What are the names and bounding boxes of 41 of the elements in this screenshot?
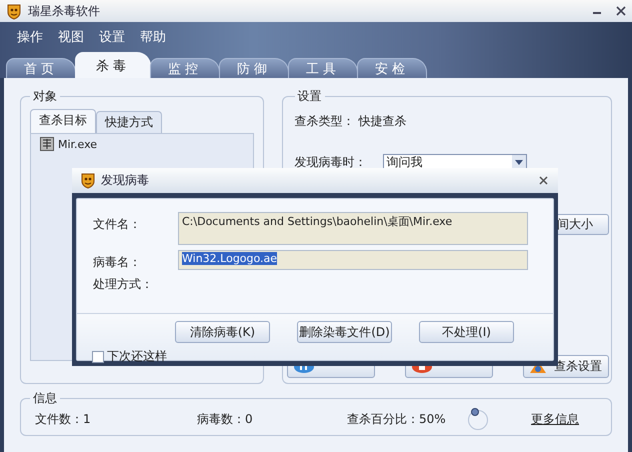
menu-item[interactable]: 帮助 <box>140 28 166 46</box>
close-icon <box>616 6 626 16</box>
dialog-title: 发现病毒 <box>101 172 149 189</box>
panel-title: 设置 <box>296 88 323 105</box>
tab[interactable]: 防御 <box>219 58 289 78</box>
progress-ring-icon <box>467 407 489 431</box>
stat-text: 文件数：1 <box>35 410 92 428</box>
shield-icon <box>6 2 22 20</box>
field-label: 处理方式： <box>92 276 154 293</box>
tab[interactable]: 快捷方式 <box>96 111 162 133</box>
field-label: 病毒名： <box>92 254 142 271</box>
text-field[interactable]: C:\Documents and Settings\baohelin\桌面\Mir.exe <box>178 212 528 245</box>
checkbox-label[interactable]: 下次还这样 <box>107 348 167 365</box>
tab[interactable]: 监控 <box>150 58 220 78</box>
panel-title: 对象 <box>32 88 58 105</box>
menu-item[interactable]: 视图 <box>58 28 84 46</box>
window-title: 瑞星杀毒软件 <box>28 2 100 20</box>
tab[interactable]: 查杀目标 <box>30 109 96 133</box>
shield-icon <box>80 172 96 189</box>
tab[interactable]: 首页 <box>6 58 76 78</box>
checkbox[interactable] <box>92 350 104 362</box>
button[interactable]: 删除染毒文件(D) <box>297 321 392 343</box>
tab[interactable]: 工具 <box>288 58 358 78</box>
stat-text: 病毒数：0 <box>197 410 254 428</box>
text-field[interactable]: Win32.Logogo.ae <box>178 250 528 270</box>
panel-title: 信息 <box>32 390 58 407</box>
tab[interactable]: 安检 <box>357 58 427 78</box>
more-info-link[interactable]: 更多信息 <box>531 410 579 428</box>
list-item[interactable]: Mir.exe <box>58 138 98 150</box>
field-label: 文件名： <box>92 216 142 233</box>
field-value: 快捷查杀 <box>358 113 407 130</box>
stat-text: 查杀百分比：50% <box>347 410 447 428</box>
file-icon <box>40 137 54 151</box>
menu-item[interactable]: 操作 <box>17 28 43 46</box>
field-label: 发现病毒时： <box>294 154 367 171</box>
close-icon <box>539 176 548 185</box>
button[interactable]: 不处理(I) <box>419 321 514 343</box>
menu-item[interactable]: 设置 <box>99 28 125 46</box>
button[interactable]: 清除病毒(K) <box>175 321 270 343</box>
field-label: 查杀类型： <box>294 113 355 130</box>
tab[interactable]: 杀毒 <box>75 52 151 78</box>
